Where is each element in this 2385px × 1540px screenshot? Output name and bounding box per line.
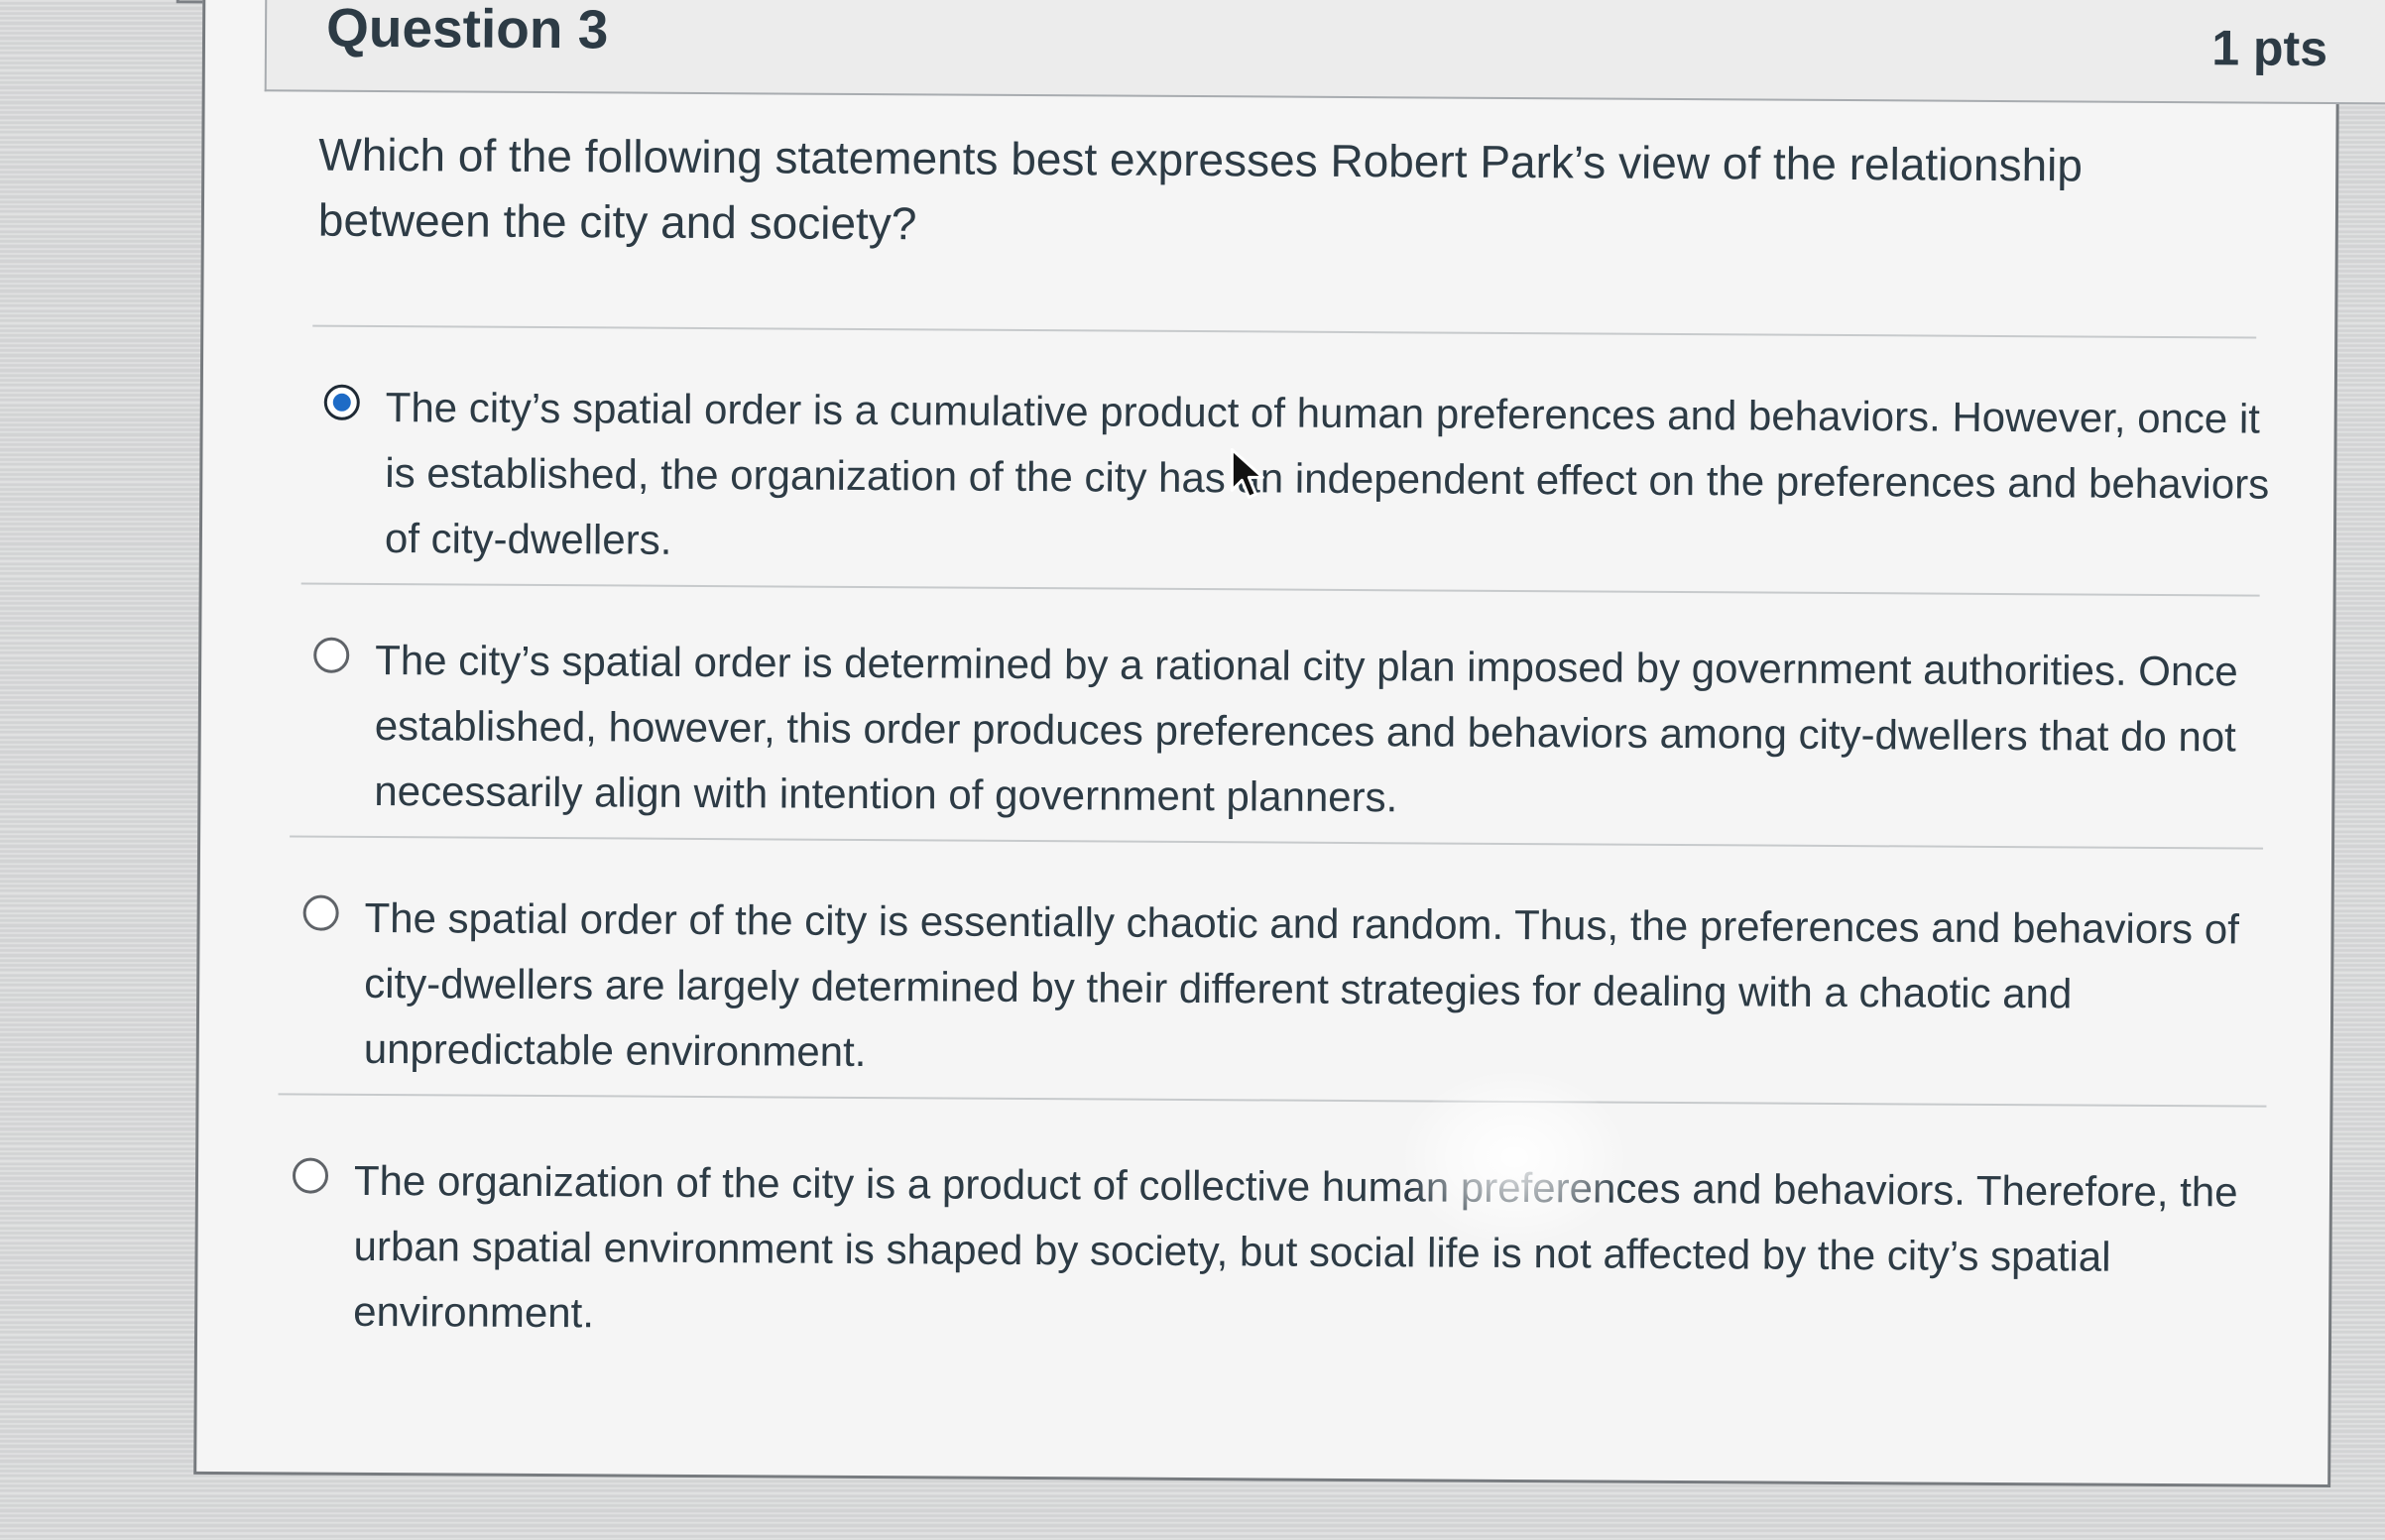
answer-option-4[interactable]: The organization of the city is a produc… xyxy=(292,1147,2256,1336)
question-points: 1 pts xyxy=(2211,20,2328,76)
answer-divider xyxy=(290,835,2264,850)
radio-button[interactable] xyxy=(302,894,339,931)
answer-divider xyxy=(300,582,2260,597)
question-header: Question 3 1 pts xyxy=(264,0,2385,105)
question-title: Question 3 xyxy=(325,0,609,60)
answer-label: The city’s spatial order is determined b… xyxy=(374,636,2238,821)
answer-label: The organization of the city is a produc… xyxy=(353,1156,2238,1337)
answer-divider xyxy=(312,324,2257,339)
question-card: Question 3 1 pts Which of the following … xyxy=(193,0,2385,1488)
radio-button[interactable] xyxy=(313,637,350,673)
quiz-page: Question 3 1 pts Which of the following … xyxy=(0,0,2385,1540)
answer-divider xyxy=(278,1093,2267,1108)
answer-option-1[interactable]: The city’s spatial order is a cumulative… xyxy=(323,375,2288,563)
radio-button[interactable] xyxy=(292,1157,329,1194)
radio-button-selected[interactable] xyxy=(323,384,360,420)
mouse-pointer-icon xyxy=(1230,447,1264,499)
answer-option-3[interactable]: The spatial order of the city is essenti… xyxy=(302,886,2267,1075)
answer-option-2[interactable]: The city’s spatial order is determined b… xyxy=(313,628,2277,820)
answer-label: The spatial order of the city is essenti… xyxy=(363,893,2239,1076)
answer-label: The city’s spatial order is a cumulative… xyxy=(384,384,2270,563)
question-prompt: Which of the following statements best e… xyxy=(317,128,2084,250)
